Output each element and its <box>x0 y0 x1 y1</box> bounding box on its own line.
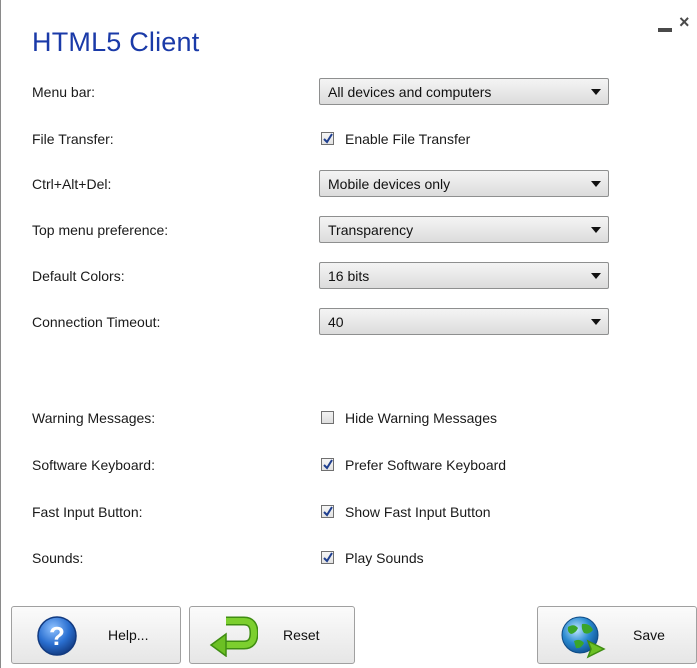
chevron-down-icon <box>591 181 601 187</box>
save-button[interactable]: Save <box>537 606 697 664</box>
chevron-down-icon <box>591 273 601 279</box>
svg-text:?: ? <box>49 621 65 651</box>
help-button-label: Help... <box>108 627 149 643</box>
save-button-label: Save <box>633 627 665 643</box>
default-colors-dropdown[interactable]: 16 bits <box>319 262 609 289</box>
sounds-label: Sounds: <box>32 550 84 566</box>
fast-input-button-checkbox[interactable] <box>321 505 334 518</box>
checkmark-icon <box>323 552 333 563</box>
ctrl-alt-del-dropdown[interactable]: Mobile devices only <box>319 170 609 197</box>
ctrl-alt-del-label: Ctrl+Alt+Del: <box>32 176 112 192</box>
software-keyboard-checkbox[interactable] <box>321 458 334 471</box>
chevron-down-icon <box>591 319 601 325</box>
warning-messages-checkbox[interactable] <box>321 411 334 424</box>
checkmark-icon <box>323 133 333 144</box>
file-transfer-label: File Transfer: <box>32 131 114 147</box>
software-keyboard-checkbox-label: Prefer Software Keyboard <box>345 457 507 473</box>
reset-arrow-icon <box>208 615 259 660</box>
fast-input-button-checkbox-label: Show Fast Input Button <box>345 504 491 520</box>
fast-input-button-label: Fast Input Button: <box>32 504 143 520</box>
default-colors-label: Default Colors: <box>32 268 125 284</box>
menu-bar-dropdown[interactable]: All devices and computers <box>319 78 609 105</box>
reset-button[interactable]: Reset <box>189 606 355 664</box>
chevron-down-icon <box>591 227 601 233</box>
connection-timeout-label: Connection Timeout: <box>32 314 161 330</box>
globe-save-icon <box>560 615 606 662</box>
settings-panel: HTML5 Client × Menu bar: All devices and… <box>0 0 697 668</box>
top-menu-preference-label: Top menu preference: <box>32 222 169 238</box>
checkmark-icon <box>323 459 333 470</box>
sounds-checkbox[interactable] <box>321 551 334 564</box>
file-transfer-checkbox[interactable] <box>321 132 334 145</box>
sounds-checkbox-label: Play Sounds <box>345 550 424 566</box>
reset-button-label: Reset <box>283 627 320 643</box>
page-title: HTML5 Client <box>32 27 200 57</box>
software-keyboard-label: Software Keyboard: <box>32 457 155 473</box>
default-colors-value: 16 bits <box>328 268 370 284</box>
chevron-down-icon <box>591 89 601 95</box>
connection-timeout-value: 40 <box>328 314 344 330</box>
menu-bar-label: Menu bar: <box>32 84 96 100</box>
checkmark-icon <box>323 506 333 517</box>
menu-bar-value: All devices and computers <box>328 84 492 100</box>
help-button[interactable]: ? Help... <box>11 606 181 664</box>
top-menu-preference-dropdown[interactable]: Transparency <box>319 216 609 243</box>
ctrl-alt-del-value: Mobile devices only <box>328 176 451 192</box>
warning-messages-checkbox-label: Hide Warning Messages <box>345 410 497 426</box>
close-icon[interactable]: × <box>679 12 690 33</box>
top-menu-preference-value: Transparency <box>328 222 414 238</box>
connection-timeout-dropdown[interactable]: 40 <box>319 308 609 335</box>
warning-messages-label: Warning Messages: <box>32 410 156 426</box>
minimize-icon[interactable] <box>658 28 672 32</box>
file-transfer-checkbox-label: Enable File Transfer <box>345 131 471 147</box>
help-icon: ? <box>36 615 78 660</box>
